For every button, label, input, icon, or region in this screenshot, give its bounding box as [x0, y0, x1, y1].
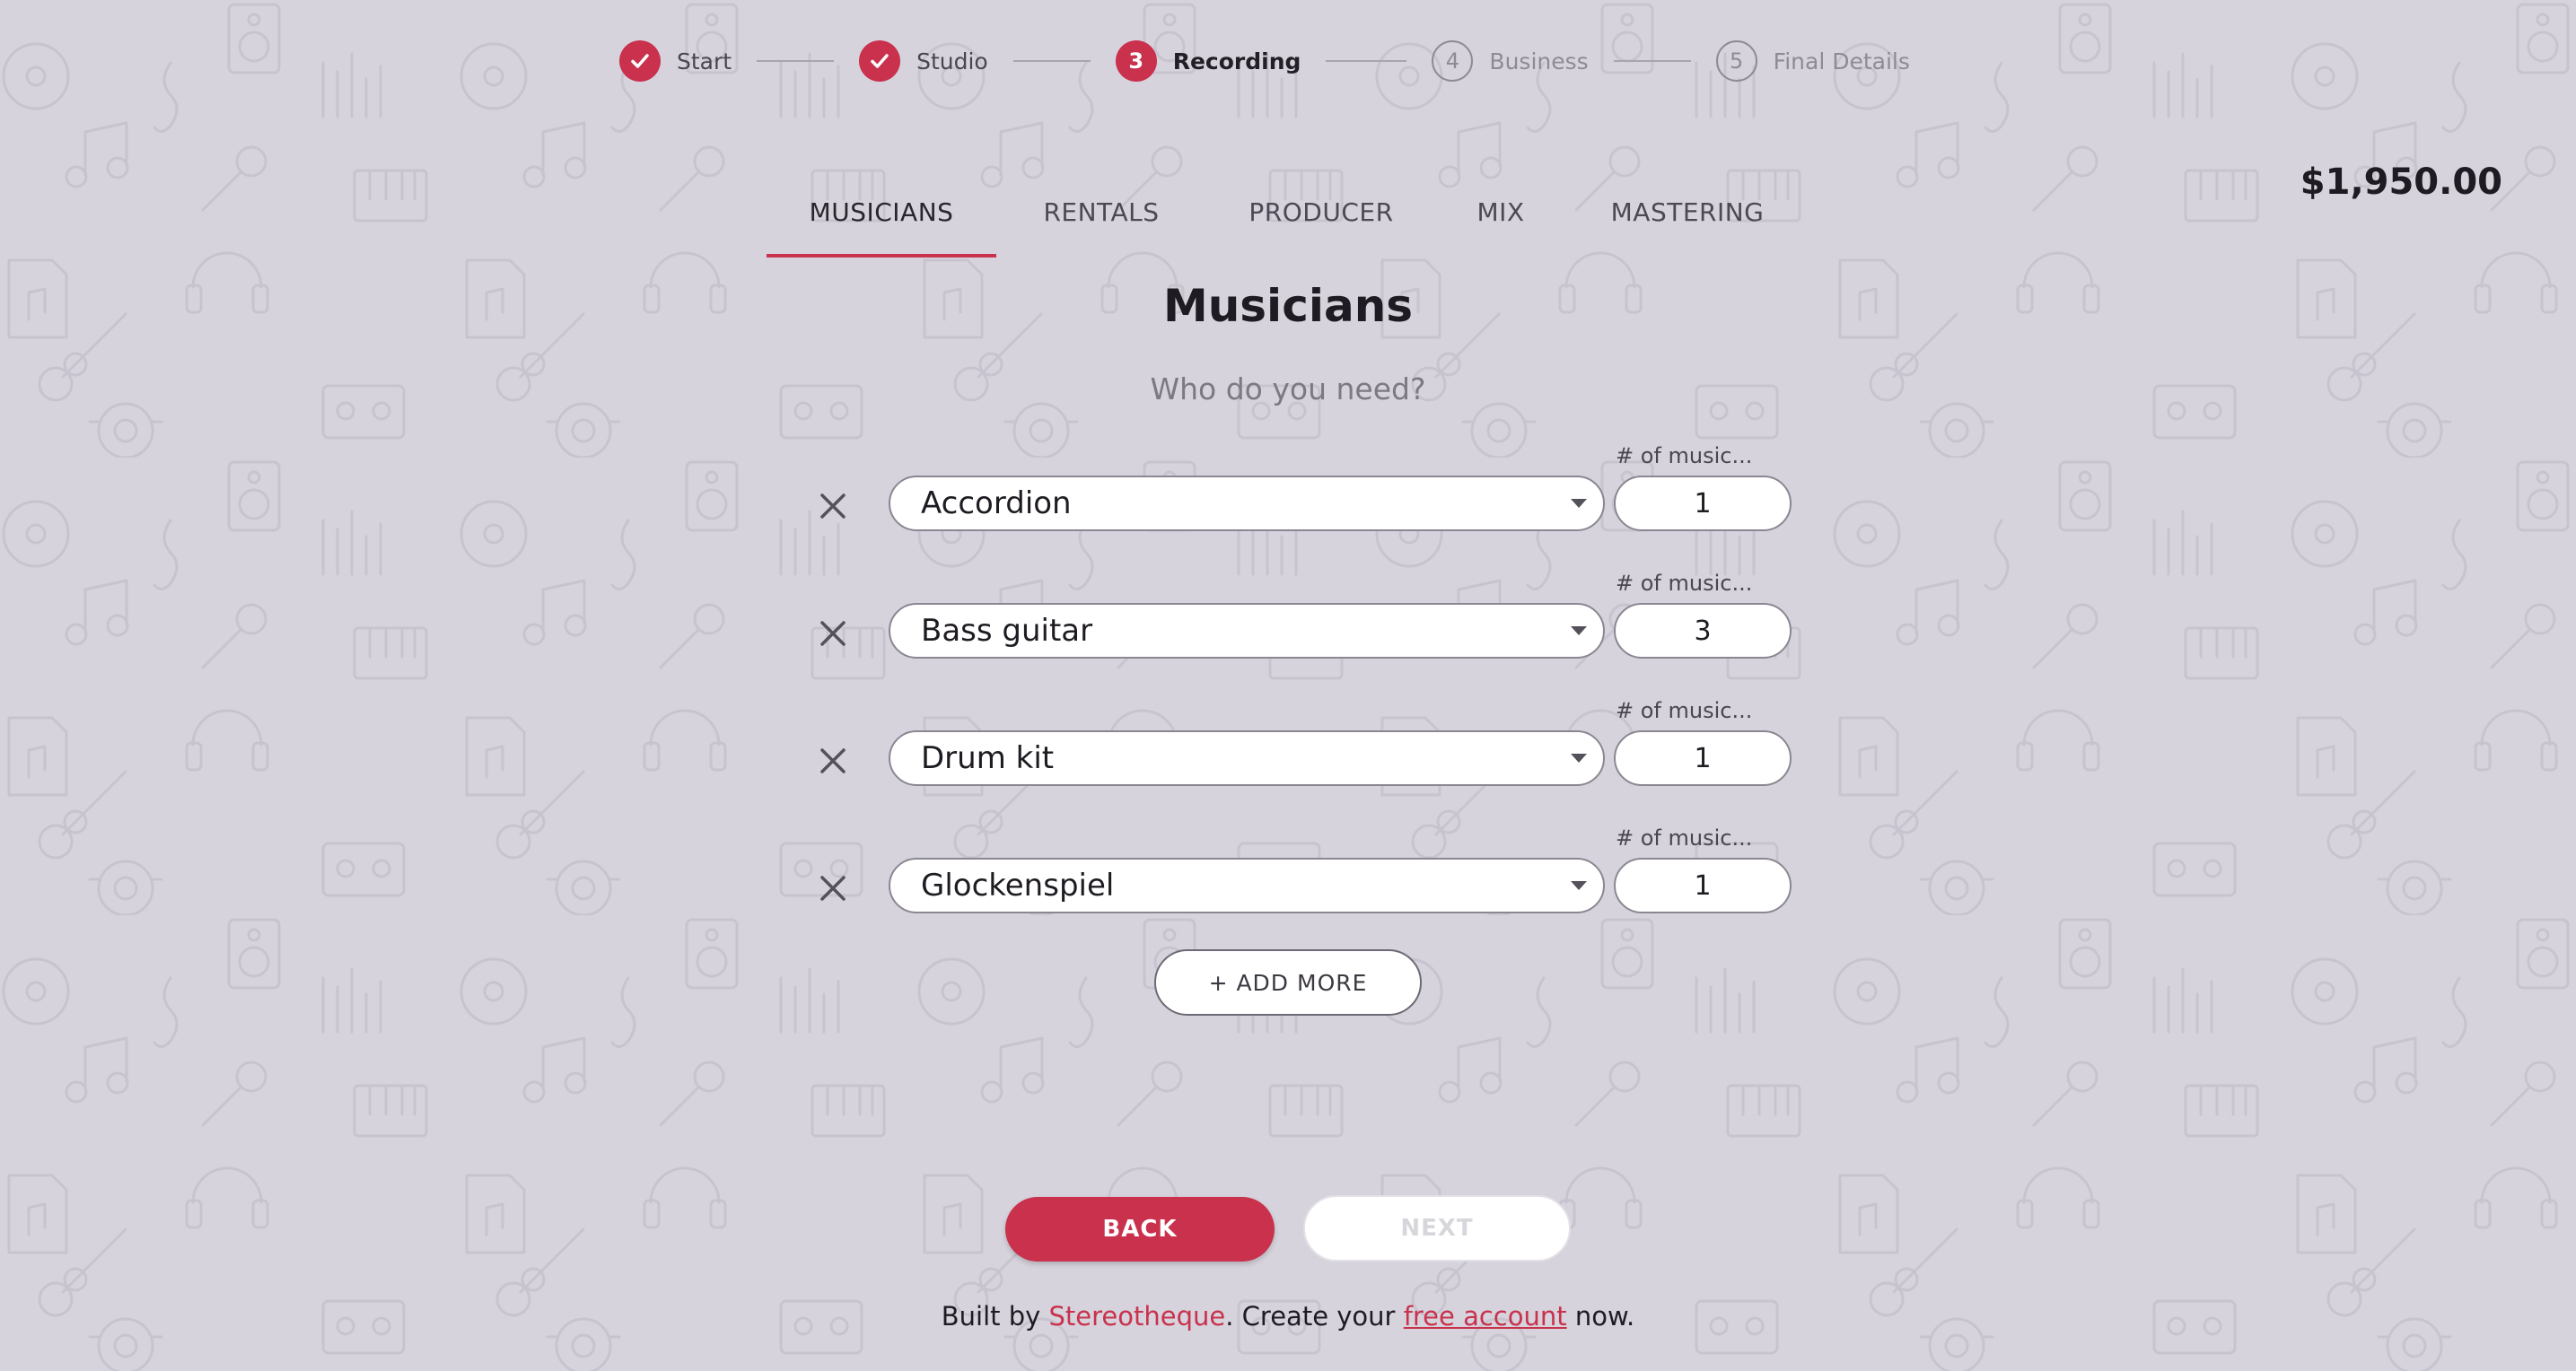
stereotheque-link[interactable]: Stereotheque: [1049, 1301, 1226, 1332]
instrument-select[interactable]: Drum kit: [889, 730, 1605, 786]
footer-middle: . Create your: [1225, 1301, 1404, 1332]
section-title: Musicians: [1162, 280, 1414, 332]
tab-musicians[interactable]: MUSICIANS: [767, 176, 996, 258]
close-icon: [820, 621, 846, 646]
step-recording-number: 3: [1115, 40, 1157, 82]
checkmark-icon: [871, 54, 889, 68]
instrument-select-value: Drum kit: [921, 740, 1055, 776]
step-recording[interactable]: 3 Recording: [1115, 40, 1301, 82]
step-start[interactable]: Start: [619, 40, 732, 82]
checkmark-icon: [631, 54, 649, 68]
tab-mastering[interactable]: MASTERING: [1565, 176, 1809, 258]
step-final-details-label: Final Details: [1773, 48, 1910, 74]
instrument-select[interactable]: Accordion: [889, 476, 1605, 531]
step-studio-circle: [859, 40, 901, 82]
musician-count-input[interactable]: 1: [1614, 730, 1792, 786]
instrument-select[interactable]: Glockenspiel: [889, 858, 1605, 913]
step-studio[interactable]: Studio: [859, 40, 988, 82]
remove-musician-button[interactable]: [817, 872, 849, 904]
remove-musician-button[interactable]: [817, 745, 849, 777]
musician-count-input[interactable]: 1: [1614, 476, 1792, 531]
musician-count-input[interactable]: 3: [1614, 603, 1792, 659]
step-final-details[interactable]: 5 Final Details: [1715, 40, 1910, 82]
musician-row: # of music... Drum kit 1: [806, 698, 1793, 825]
step-connector: [757, 60, 835, 62]
step-business[interactable]: 4 Business: [1432, 40, 1589, 82]
instrument-select-value: Accordion: [921, 485, 1072, 521]
step-studio-label: Studio: [916, 48, 988, 74]
footer-suffix: now.: [1566, 1301, 1635, 1332]
musician-count-input[interactable]: 1: [1614, 858, 1792, 913]
musician-row: # of music... Bass guitar 3: [806, 571, 1793, 698]
chevron-down-icon: [1571, 626, 1587, 635]
close-icon: [820, 493, 846, 519]
count-label: # of music...: [1616, 571, 1753, 596]
next-button[interactable]: NEXT: [1303, 1195, 1571, 1262]
free-account-link[interactable]: free account: [1404, 1301, 1567, 1332]
instrument-select-value: Bass guitar: [921, 613, 1093, 649]
progress-stepper: Start Studio 3 Recording 4 Business 5 Fi…: [619, 38, 1910, 84]
step-business-label: Business: [1489, 48, 1589, 74]
close-icon: [820, 876, 846, 901]
instrument-select[interactable]: Bass guitar: [889, 603, 1605, 659]
step-connector: [1012, 60, 1091, 62]
tab-mix[interactable]: MIX: [1436, 176, 1565, 258]
chevron-down-icon: [1571, 881, 1587, 890]
tab-producer[interactable]: PRODUCER: [1206, 176, 1436, 258]
instrument-select-value: Glockenspiel: [921, 868, 1115, 904]
musician-list: # of music... Accordion 1 # of music... …: [806, 443, 1793, 953]
count-label: # of music...: [1616, 825, 1753, 851]
step-connector: [1613, 60, 1691, 62]
footer: Built by Stereotheque. Create your free …: [0, 1301, 2576, 1332]
step-recording-label: Recording: [1172, 48, 1301, 74]
count-label: # of music...: [1616, 698, 1753, 723]
step-start-label: Start: [677, 48, 732, 74]
tab-rentals[interactable]: RENTALS: [996, 176, 1206, 258]
step-connector: [1326, 60, 1407, 62]
total-price: $1,950.00: [2300, 162, 2502, 203]
remove-musician-button[interactable]: [817, 490, 849, 522]
step-final-details-number: 5: [1715, 40, 1757, 82]
close-icon: [820, 748, 846, 773]
musician-row: # of music... Glockenspiel 1: [806, 825, 1793, 953]
footer-prefix: Built by: [941, 1301, 1049, 1332]
back-button[interactable]: BACK: [1005, 1197, 1275, 1262]
remove-musician-button[interactable]: [817, 617, 849, 650]
section-subtitle: Who do you need?: [1150, 371, 1426, 406]
musician-row: # of music... Accordion 1: [806, 443, 1793, 571]
recording-tabs: MUSICIANS RENTALS PRODUCER MIX MASTERING: [767, 176, 1809, 258]
chevron-down-icon: [1571, 754, 1587, 763]
chevron-down-icon: [1571, 499, 1587, 508]
step-business-number: 4: [1432, 40, 1474, 82]
count-label: # of music...: [1616, 443, 1753, 468]
step-start-circle: [619, 40, 661, 82]
add-more-button[interactable]: + ADD MORE: [1154, 949, 1422, 1016]
